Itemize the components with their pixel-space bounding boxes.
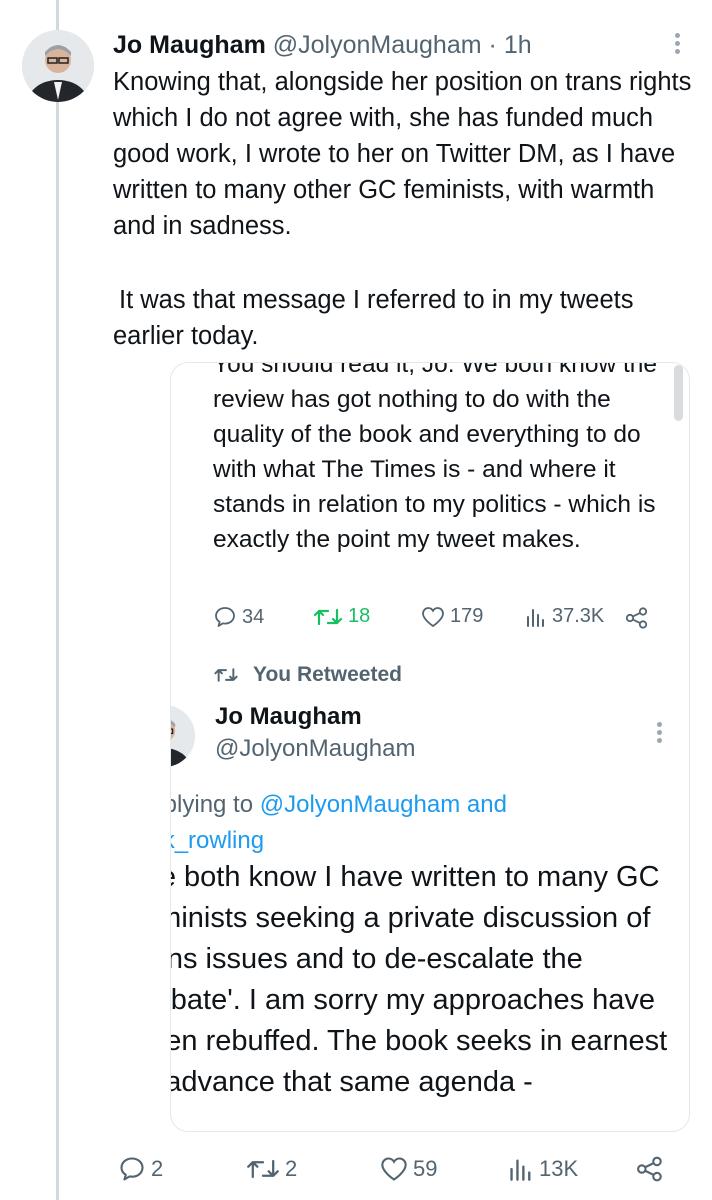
reply-action[interactable]: 34 <box>213 605 264 629</box>
views-icon <box>527 608 544 627</box>
scrollbar[interactable] <box>674 365 683 421</box>
views-count: 13K <box>539 1156 579 1181</box>
retweet-icon <box>313 608 343 625</box>
heart-icon <box>381 1157 407 1181</box>
separator: · <box>488 31 497 59</box>
views-icon <box>510 1159 531 1181</box>
share-action[interactable] <box>636 1156 664 1182</box>
retweeted-text: You Retweeted <box>253 663 402 686</box>
author-name[interactable]: Jo Maugham <box>113 31 266 59</box>
replying-and: and <box>466 791 507 818</box>
quoted-tweet-text: You should read it, Jo. We both know the… <box>213 362 658 553</box>
inner-tweet-text: We both know I have written to many GC f… <box>170 861 668 1098</box>
reply-count: 34 <box>242 605 265 628</box>
retweet-action[interactable]: 2 <box>246 1156 297 1182</box>
reply-icon <box>215 607 235 627</box>
views-count: 37.3K <box>552 605 605 627</box>
timestamp[interactable]: 1h <box>504 31 532 59</box>
reply-count: 2 <box>151 1156 164 1181</box>
reply-icon <box>120 1157 144 1181</box>
more-vertical-icon[interactable] <box>675 30 680 57</box>
avatar[interactable] <box>22 30 94 102</box>
like-count: 179 <box>450 605 484 627</box>
views-action[interactable]: 13K <box>508 1156 578 1182</box>
heart-icon <box>422 606 444 627</box>
author-handle[interactable]: @JolyonMaugham <box>273 31 482 59</box>
retweet-action[interactable]: 18 <box>313 605 370 628</box>
reply-action[interactable]: 2 <box>118 1155 163 1183</box>
replying-to: Replying to @JolyonMaugham and @jk_rowli… <box>171 787 653 859</box>
embedded-tweet-screenshot[interactable]: You should read it, Jo. We both know the… <box>170 362 690 1132</box>
retweeted-label: You Retweeted <box>213 663 402 687</box>
inner-author-handle[interactable]: @JolyonMaugham <box>215 735 415 763</box>
views-action[interactable]: 37.3K <box>525 605 604 628</box>
more-vertical-icon[interactable] <box>657 719 662 746</box>
inner-avatar[interactable] <box>171 705 195 767</box>
retweet-icon <box>214 668 238 682</box>
tweet-text: Knowing that, alongside her position on … <box>113 68 692 240</box>
mention-link-2[interactable]: @jk_rowling <box>171 827 264 854</box>
replying-prefix: Replying to <box>171 791 254 818</box>
retweet-count: 18 <box>348 605 371 627</box>
share-action[interactable] <box>625 607 649 629</box>
retweet-icon <box>247 1159 279 1179</box>
share-icon <box>625 607 648 629</box>
share-icon <box>637 1156 662 1182</box>
like-action[interactable]: 59 <box>380 1156 437 1182</box>
like-action[interactable]: 179 <box>421 605 483 628</box>
retweet-count: 2 <box>285 1156 298 1181</box>
inner-author-name[interactable]: Jo Maugham <box>215 703 362 731</box>
tweet-text-2: It was that message I referred to in my … <box>113 286 634 350</box>
mention-link[interactable]: @JolyonMaugham <box>260 791 460 818</box>
like-count: 59 <box>413 1156 438 1181</box>
thread-line <box>56 0 59 1200</box>
tweet-header: Jo Maugham @JolyonMaugham · 1h <box>113 30 532 60</box>
